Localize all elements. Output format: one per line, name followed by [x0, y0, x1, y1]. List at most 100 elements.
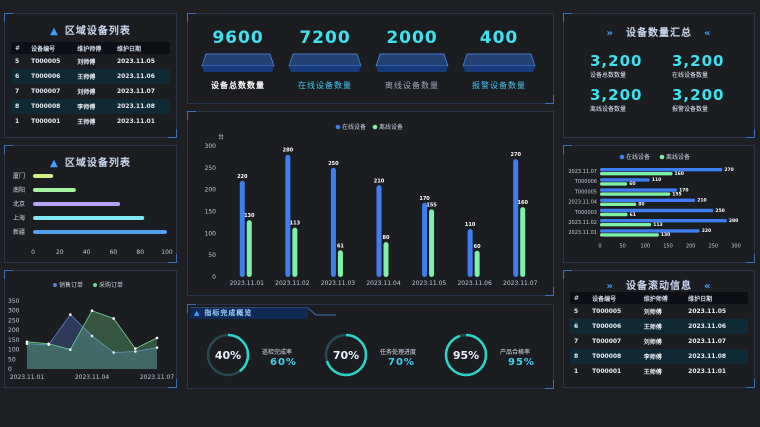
table-cell: 刘师傅 — [643, 309, 662, 316]
data-point — [90, 309, 94, 313]
signal-icon: ▲ — [194, 309, 201, 317]
tick-label: 40 — [83, 249, 91, 256]
category-label: 北京 — [13, 200, 25, 208]
chevron-left-icon: « — [704, 281, 712, 292]
summary-label: 离线设备数量 — [590, 106, 627, 113]
table-cell: T000001 — [592, 368, 622, 375]
table-row[interactable]: 6 T000006 王师傅 2023.11.06 — [11, 69, 170, 84]
bar — [600, 212, 628, 217]
data-label: 280 — [283, 148, 294, 154]
x-tick-label: 2023.11.07 — [503, 280, 538, 287]
data-point — [69, 348, 72, 351]
legend-label: 离线设备 — [666, 153, 690, 161]
bar — [600, 172, 673, 176]
table-cell: 2023.11.06 — [112, 69, 170, 84]
legend-dot — [659, 154, 665, 160]
orders-area-chart: 0 50 100 150 200 250 300 350 销售订单 采购订单 2023.11.01 2… — [8, 281, 175, 381]
tick-label: 300 — [8, 308, 20, 315]
table-row[interactable]: 8 T000008 李师傅 2023.11.08 — [570, 349, 748, 364]
table-cell: 8 — [570, 349, 589, 364]
legend-item: 销售订单 — [53, 281, 83, 289]
table-row[interactable]: 7 T000007 刘师傅 2023.11.07 — [570, 334, 748, 349]
x-tick-label: 2023.11.05 — [412, 280, 447, 287]
tick-label: 0 — [8, 366, 12, 373]
kpi-value: 2000 — [386, 28, 438, 48]
x-tick-label: 2023.11.02 — [275, 280, 310, 287]
completion-panel: ▲ 指标完成概览 40% 巡检完成率 60% 70% 任务处理进度 70% 95% 产品合格率 9… — [187, 304, 554, 389]
col-header: # — [570, 292, 589, 304]
region-bar-chart: 厦门南阳北京上海新疆 0 20 40 60 80 100 — [13, 172, 173, 256]
data-label: 155 — [426, 202, 437, 208]
data-label: 80 — [638, 202, 644, 208]
bar — [520, 207, 526, 277]
x-tick-label: 2023.11.01 — [230, 280, 265, 287]
kpi-panel: 9600 设备总数数量 7200 在线设备数量 2000 离线设备数量 400 报警设备数量 — [187, 13, 554, 104]
col-header: # — [11, 42, 28, 54]
region-bars-panel: ▲ 区域设备列表 厦门 南阳 北京 上海 新疆 0 20 40 60 80 100 — [4, 145, 177, 263]
bar — [600, 178, 650, 182]
table-row[interactable]: 6 T000006 王师傅 2023.11.06 — [570, 319, 748, 334]
pedestal-base — [202, 66, 274, 72]
table-row[interactable]: 8 T000008 李师傅 2023.11.08 — [11, 99, 170, 114]
tick-label: 250 — [709, 243, 719, 249]
table-row[interactable]: 5 T000005 刘师傅 2023.11.05 — [11, 54, 170, 69]
bar — [33, 230, 167, 234]
table-cell: T000005 — [31, 58, 61, 65]
legend-item: 在线设备 — [619, 153, 650, 161]
tick-label: 300 — [731, 243, 741, 249]
tick-label: 100 — [8, 347, 20, 354]
metric-value: 60% — [270, 357, 297, 368]
chevron-right-icon: » — [606, 28, 614, 39]
legend-label: 离线设备 — [379, 123, 403, 131]
table-row[interactable]: 1 T000001 王师傅 2023.11.01 — [570, 364, 748, 379]
metric-value: 95% — [508, 357, 535, 368]
pedestal-base — [463, 66, 535, 72]
legend-label: 在线设备 — [626, 153, 650, 161]
data-label: 210 — [374, 178, 385, 184]
bar — [513, 159, 519, 277]
col-header: 维护日期 — [684, 292, 748, 304]
data-label: 110 — [465, 222, 476, 228]
table-row[interactable]: 7 T000007 刘师傅 2023.11.07 — [11, 84, 170, 99]
category-label: 新疆 — [13, 228, 25, 236]
scroll-table-panel: » 设备滚动信息 « # 设备编号 维护师傅 维护日期 5 T000005 刘师傅 202… — [563, 270, 755, 388]
kpi-label: 报警设备数量 — [472, 81, 526, 90]
metric-value: 70% — [388, 357, 415, 368]
data-point — [69, 313, 72, 316]
tick-label: 50 — [8, 356, 16, 363]
col-header: 设备编号 — [588, 292, 640, 304]
tick-label: 200 — [686, 243, 696, 249]
progress-ring: 70% — [324, 333, 368, 377]
table-cell: T000007 — [592, 338, 622, 345]
x-tick-label: 2023.11.07 — [140, 374, 175, 381]
data-point — [47, 342, 50, 346]
bar — [33, 202, 121, 206]
completion-title: ▲ 指标完成概览 — [194, 309, 253, 317]
metric-label: 产品合格率 — [500, 349, 531, 356]
table-cell: T000006 — [27, 69, 74, 84]
bar — [33, 188, 76, 192]
data-label: 250 — [715, 208, 724, 214]
data-label: 160 — [675, 171, 684, 177]
data-label: 280 — [729, 218, 738, 224]
pedestal-top — [288, 53, 362, 67]
summary-value: 3,200 — [672, 86, 725, 104]
legend-dot — [619, 154, 625, 160]
table-cell: 刘师傅 — [77, 59, 96, 66]
data-label: 155 — [672, 191, 681, 197]
data-point — [112, 317, 115, 320]
legend-dot — [93, 283, 97, 287]
table-cell: 李师傅 — [639, 349, 685, 364]
table-cell: 5 — [15, 58, 20, 65]
table-cell: 王师傅 — [639, 319, 685, 334]
data-label: 220 — [702, 228, 711, 234]
data-point — [155, 336, 159, 340]
bar — [600, 229, 700, 233]
region-table: # 设备编号 维护师傅 维护日期 5 T000005 刘师傅 2023.11.05 6 T… — [11, 42, 170, 129]
summary-value: 3,200 — [590, 52, 643, 70]
table-cell: 5 — [574, 308, 579, 315]
tick-label: 0 — [31, 249, 35, 256]
table-row[interactable]: 5 T000005 刘师傅 2023.11.05 — [570, 304, 748, 319]
table-row[interactable]: 1 T000001 王师傅 2023.11.01 — [11, 114, 170, 129]
category-label: 南阳 — [13, 186, 25, 194]
